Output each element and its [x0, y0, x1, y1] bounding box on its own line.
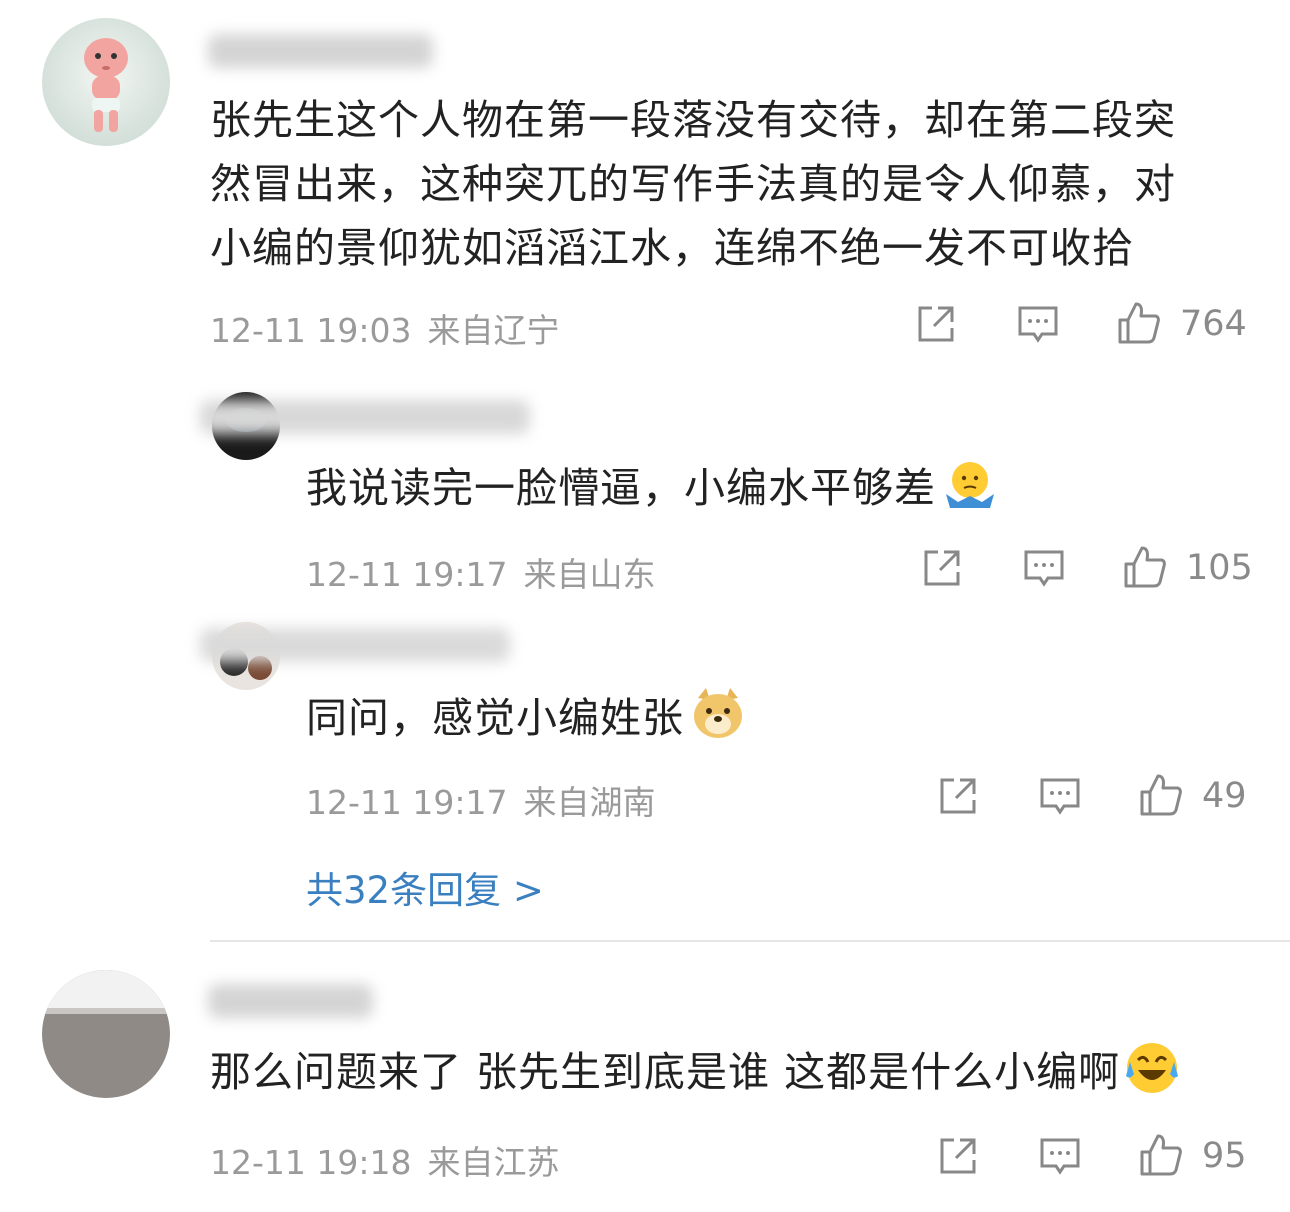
- comment-location: 来自山东: [523, 555, 656, 594]
- avatar[interactable]: [42, 970, 170, 1098]
- reply-text: 我说读完一脸懵逼，小编水平够差: [306, 456, 1000, 530]
- like-count: 764: [1180, 304, 1247, 344]
- reply-button[interactable]: [1038, 774, 1082, 818]
- reply-button[interactable]: [1022, 546, 1066, 590]
- comment-time: 12-11 19:17: [306, 555, 508, 594]
- share-icon: [940, 778, 976, 814]
- avatar[interactable]: [42, 18, 170, 146]
- share-icon: [924, 550, 960, 586]
- laugh-cry-emoji-icon: [1124, 1040, 1180, 1114]
- comment-time: 12-11 19:03: [210, 311, 412, 350]
- comment-icon: [1018, 306, 1058, 343]
- comment-icon: [1040, 1138, 1080, 1175]
- share-button[interactable]: [920, 546, 964, 590]
- share-button[interactable]: [936, 1134, 980, 1178]
- thumbs-up-icon: [1140, 1134, 1182, 1176]
- username[interactable]: [208, 34, 433, 68]
- comment-meta: 12-11 19:17 来自湖南: [306, 776, 655, 824]
- comment-meta: 12-11 19:18 来自江苏: [210, 1136, 559, 1184]
- doge-emoji-icon: [688, 684, 748, 760]
- username[interactable]: [200, 400, 530, 434]
- share-button[interactable]: [914, 302, 958, 346]
- username[interactable]: [208, 984, 373, 1018]
- like-button[interactable]: [1138, 772, 1182, 816]
- like-button[interactable]: [1122, 544, 1166, 588]
- comment-location: 来自辽宁: [427, 311, 560, 350]
- comment-text: 那么问题来了 张先生到底是谁 这都是什么小编啊: [210, 1040, 1180, 1114]
- comment-icon: [1040, 778, 1080, 815]
- comment-meta: 12-11 19:17 来自山东: [306, 548, 655, 596]
- reply-text: 同问，感觉小编姓张: [306, 684, 748, 760]
- like-count: 49: [1202, 776, 1247, 816]
- comment-text: 张先生这个人物在第一段落没有交待，却在第二段突 然冒出来，这种突兀的写作手法真的…: [210, 96, 1176, 272]
- share-icon: [940, 1138, 976, 1174]
- shrug-emoji-icon: [940, 458, 1000, 530]
- avatar-photo-icon: [42, 970, 170, 1098]
- reply-button[interactable]: [1016, 302, 1060, 346]
- divider: [210, 940, 1290, 942]
- thumbs-up-icon: [1140, 774, 1182, 816]
- like-count: 95: [1202, 1136, 1247, 1176]
- comment-icon: [1024, 550, 1064, 587]
- share-button[interactable]: [936, 774, 980, 818]
- baby-doll-avatar-icon: [42, 18, 170, 146]
- comment-location: 来自湖南: [523, 783, 656, 822]
- username[interactable]: [200, 628, 510, 662]
- comment-meta: 12-11 19:03 来自辽宁: [210, 304, 559, 352]
- thumbs-up-icon: [1124, 546, 1166, 588]
- like-count: 105: [1186, 548, 1253, 588]
- comment-location: 来自江苏: [427, 1143, 560, 1182]
- thumbs-up-icon: [1118, 302, 1160, 344]
- like-button[interactable]: [1116, 300, 1160, 344]
- share-icon: [918, 306, 954, 342]
- reply-button[interactable]: [1038, 1134, 1082, 1178]
- comment-time: 12-11 19:17: [306, 783, 508, 822]
- like-button[interactable]: [1138, 1132, 1182, 1176]
- comment-time: 12-11 19:18: [210, 1143, 412, 1182]
- more-replies-link[interactable]: 共32条回复 >: [306, 860, 544, 914]
